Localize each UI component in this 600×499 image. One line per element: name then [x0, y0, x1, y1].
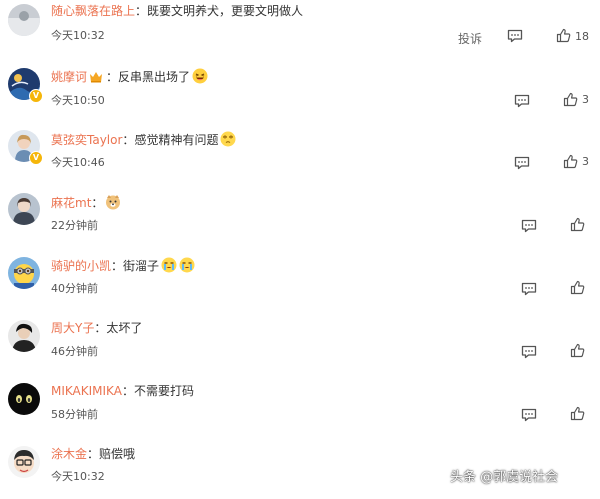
like-count: 18	[575, 30, 589, 43]
timestamp: 58分钟前	[51, 408, 98, 421]
dizzy-emoji-icon	[220, 131, 236, 147]
reply-button[interactable]	[514, 93, 530, 112]
avatar[interactable]	[8, 4, 40, 36]
username-link[interactable]: 麻花mt	[51, 196, 91, 210]
comment-text: 太坏了	[106, 321, 143, 335]
comment-text: 反串黑出场了	[118, 70, 191, 84]
username-link[interactable]: 随心飘落在路上	[51, 4, 135, 18]
reply-button[interactable]	[521, 218, 537, 237]
username-link[interactable]: 涂木金	[51, 447, 87, 461]
timestamp: 今天10:46	[51, 156, 105, 169]
avatar[interactable]	[8, 383, 40, 415]
comment-line: 骑驴的小凯：街溜子	[51, 257, 195, 274]
thumbs-up-icon	[570, 280, 585, 295]
username-link[interactable]: 姚摩诃	[51, 70, 87, 84]
like-button[interactable]	[570, 217, 585, 236]
separator: ：	[111, 259, 124, 273]
comment-item: 骑驴的小凯：街溜子 40分钟前	[0, 249, 600, 312]
comment-text: 既要文明养犬，更要文明做人	[147, 4, 304, 18]
separator: ：	[87, 447, 100, 461]
like-count: 3	[582, 155, 589, 168]
comment-item: V 姚摩诃 ：反串黑出场了 今天10:50 3	[0, 60, 600, 123]
separator: ：	[106, 70, 119, 84]
thumbs-up-icon	[556, 28, 571, 43]
comment-line: 周大Y子：太坏了	[51, 320, 142, 336]
timestamp: 22分钟前	[51, 219, 98, 232]
comment-item: MIKAKIMIKA：不需要打码 58分钟前	[0, 375, 600, 438]
comment-line: 麻花mt：	[51, 194, 121, 211]
comment-item: 麻花mt： 22分钟前	[0, 186, 600, 249]
source-watermark: 头条 @郭虞说社会	[450, 470, 559, 485]
comment-line: MIKAKIMIKA：不需要打码	[51, 383, 194, 399]
comment-item: V 莫弦奕Taylor：感觉精神有问题 今天10:46 3	[0, 123, 600, 186]
laughing-emoji-icon	[192, 68, 208, 84]
reply-button[interactable]	[521, 344, 537, 363]
like-button[interactable]	[570, 406, 585, 425]
like-button[interactable]	[570, 343, 585, 362]
reply-button[interactable]	[514, 155, 530, 174]
comment-icon	[514, 94, 530, 108]
reply-button[interactable]	[521, 407, 537, 426]
doge-emoji-icon	[106, 195, 121, 210]
timestamp: 今天10:50	[51, 94, 105, 107]
comment-item: 随心飘落在路上：既要文明养犬，更要文明做人 今天10:32 投诉 18	[0, 0, 600, 60]
like-button[interactable]	[556, 28, 571, 47]
comment-icon	[507, 29, 523, 43]
separator: ：	[121, 384, 134, 398]
comment-icon	[521, 408, 537, 422]
username-link[interactable]: MIKAKIMIKA	[51, 384, 122, 398]
reply-button[interactable]	[507, 28, 523, 47]
avatar[interactable]	[8, 446, 40, 478]
thumbs-up-icon	[563, 92, 578, 107]
comment-icon	[521, 282, 537, 296]
comment-line: 莫弦奕Taylor：感觉精神有问题	[51, 131, 236, 148]
thumbs-up-icon	[570, 343, 585, 358]
comment-text: 街溜子	[123, 259, 160, 273]
comment-icon	[521, 345, 537, 359]
comment-text: 不需要打码	[133, 384, 194, 398]
comment-line: 随心飘落在路上：既要文明养犬，更要文明做人	[51, 3, 303, 19]
crying-emoji-icon	[179, 257, 195, 273]
username-link[interactable]: 周大Y子	[51, 321, 94, 335]
comment-text: 赔偿哦	[99, 447, 136, 461]
verified-badge-icon: V	[29, 151, 43, 165]
thumbs-up-icon	[570, 217, 585, 232]
report-button[interactable]: 投诉	[458, 30, 482, 47]
crying-emoji-icon	[161, 257, 177, 273]
comment-line: 涂木金：赔偿哦	[51, 446, 135, 462]
like-button[interactable]	[563, 92, 578, 111]
reply-button[interactable]	[521, 281, 537, 300]
thumbs-up-icon	[563, 154, 578, 169]
separator: ：	[122, 133, 135, 147]
verified-badge-icon: V	[29, 89, 43, 103]
timestamp: 46分钟前	[51, 345, 98, 358]
comment-icon	[514, 156, 530, 170]
like-button[interactable]	[570, 280, 585, 299]
username-link[interactable]: 骑驴的小凯	[51, 259, 111, 273]
timestamp: 今天10:32	[51, 470, 105, 483]
comment-icon	[521, 219, 537, 233]
like-count: 3	[582, 93, 589, 106]
username-link[interactable]: 莫弦奕Taylor	[51, 133, 122, 147]
avatar[interactable]	[8, 320, 40, 352]
comment-text: 感觉精神有问题	[134, 133, 219, 147]
like-button[interactable]	[563, 154, 578, 173]
avatar[interactable]	[8, 193, 40, 225]
timestamp: 40分钟前	[51, 282, 98, 295]
comment-item: 周大Y子：太坏了 46分钟前	[0, 312, 600, 375]
avatar[interactable]	[8, 257, 40, 289]
thumbs-up-icon	[570, 406, 585, 421]
separator: ：	[91, 196, 104, 210]
timestamp: 今天10:32	[51, 29, 105, 42]
separator: ：	[135, 4, 148, 18]
separator: ：	[94, 321, 107, 335]
crown-icon	[90, 72, 103, 83]
comment-line: 姚摩诃 ：反串黑出场了	[51, 68, 208, 85]
